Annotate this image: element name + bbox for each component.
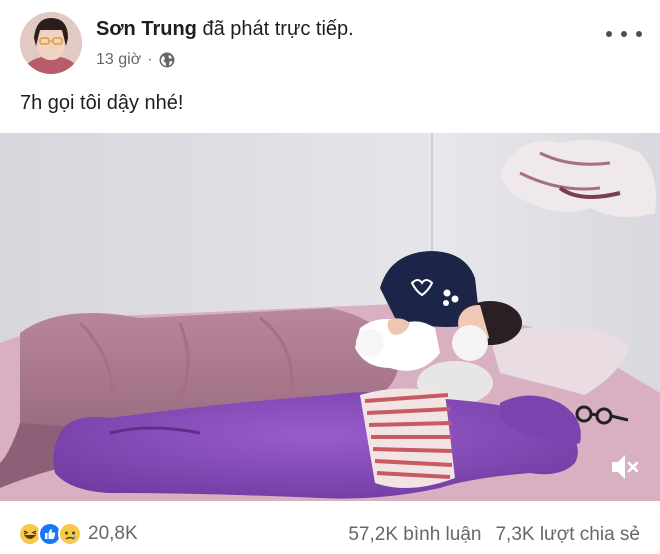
- reaction-count: 20,8K: [88, 523, 138, 544]
- post-meta: 13 giờ ·: [96, 51, 175, 69]
- globe-icon[interactable]: [159, 52, 175, 68]
- meta-separator: ·: [147, 51, 153, 68]
- author-line: Sơn Trung đã phát trực tiếp.: [96, 18, 354, 41]
- video-frame: [0, 133, 660, 501]
- sad-icon: [58, 522, 82, 546]
- more-dots-icon[interactable]: [606, 22, 642, 46]
- avatar-image: [20, 12, 82, 74]
- comments-count-link[interactable]: 57,2K bình luận: [348, 524, 481, 546]
- avatar[interactable]: [20, 12, 82, 74]
- post-header: Sơn Trung đã phát trực tiếp. 13 giờ ·: [20, 12, 650, 76]
- post-timestamp[interactable]: 13 giờ: [96, 51, 141, 69]
- post-footer: 20,8K 57,2K bình luận 7,3K lượt chia sẻ: [0, 504, 660, 554]
- author-name[interactable]: Sơn Trung: [96, 18, 197, 40]
- volume-muted-icon[interactable]: [604, 449, 644, 485]
- post-text: 7h gọi tôi dậy nhé!: [20, 92, 184, 114]
- shares-count-link[interactable]: 7,3K lượt chia sẻ: [495, 524, 640, 546]
- dot: [606, 31, 612, 37]
- author-action: đã phát trực tiếp.: [202, 18, 354, 40]
- live-video[interactable]: [0, 133, 660, 501]
- reaction-summary[interactable]: 20,8K: [18, 522, 138, 546]
- dot: [636, 31, 642, 37]
- dot: [621, 31, 627, 37]
- engagement-counts: 57,2K bình luận 7,3K lượt chia sẻ: [348, 524, 640, 546]
